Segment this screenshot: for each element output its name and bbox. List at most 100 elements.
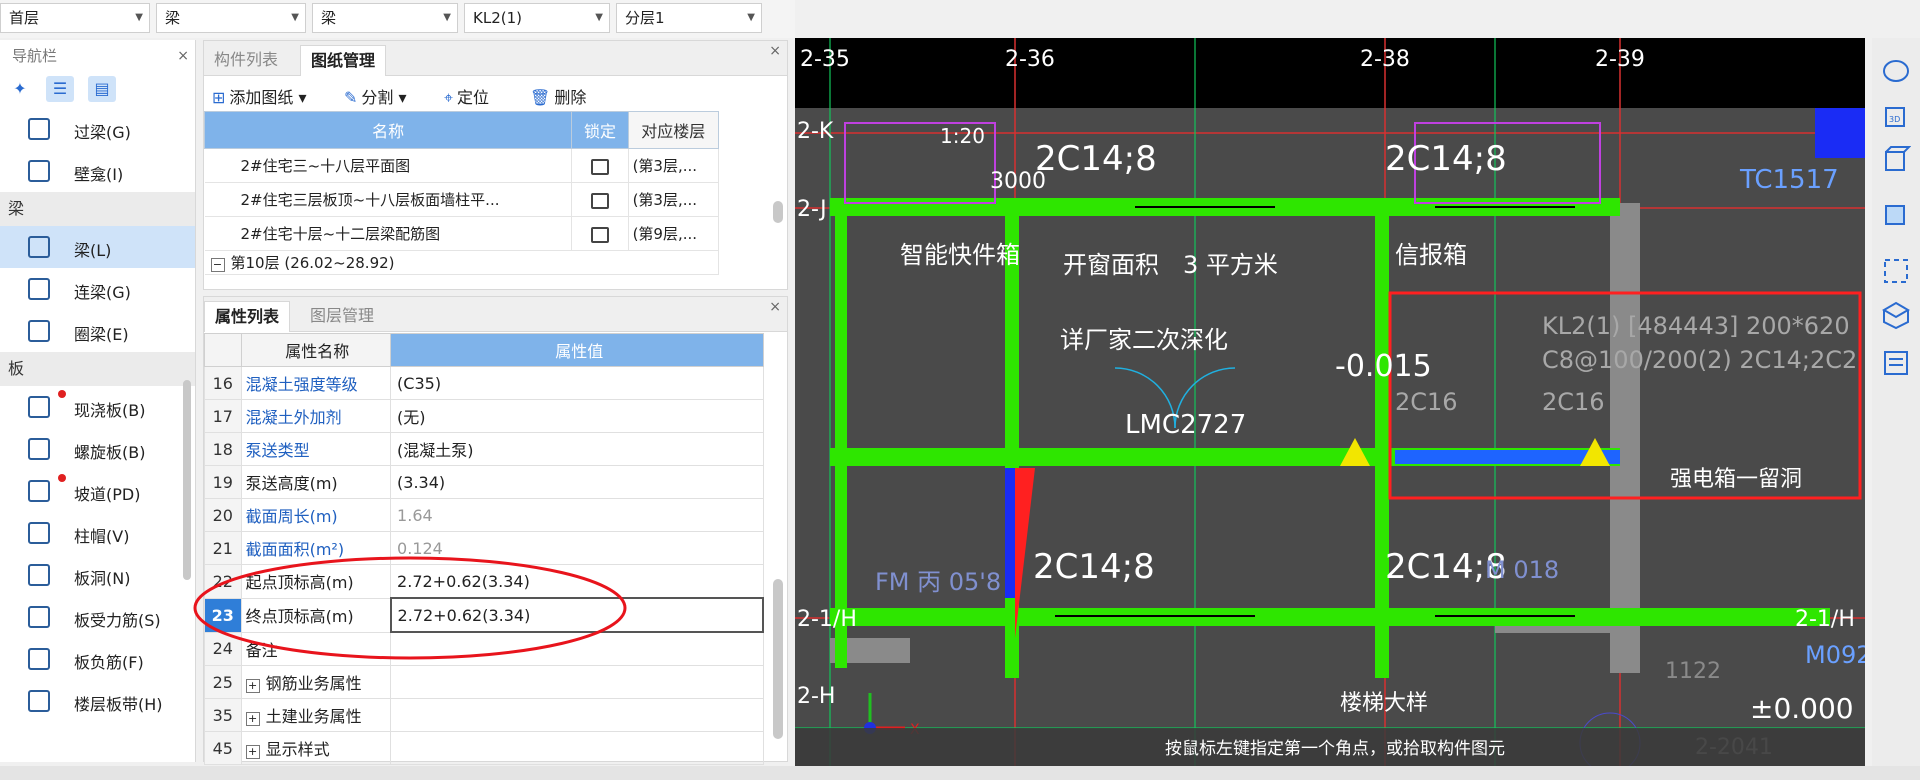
- properties-icon[interactable]: [1881, 348, 1911, 378]
- property-row[interactable]: 19 泵送高度(m) (3.34): [204, 465, 764, 499]
- property-value[interactable]: (C35): [390, 366, 764, 400]
- door-label: M 018: [1485, 556, 1559, 584]
- door-label: FM 丙 05'8: [875, 568, 1001, 596]
- sphere-icon[interactable]: [1881, 56, 1911, 86]
- cube-icon[interactable]: [1881, 144, 1911, 174]
- add-drawing-button[interactable]: ⊞ 添加图纸 ▾: [212, 84, 307, 108]
- nav-item[interactable]: 梁(L): [0, 226, 195, 268]
- property-row[interactable]: 18 泵送类型 (混凝土泵): [204, 432, 764, 466]
- nav-item[interactable]: 板负筋(F): [0, 638, 195, 680]
- tab-component-list[interactable]: 构件列表: [204, 45, 288, 75]
- select-box-icon[interactable]: [1881, 256, 1911, 286]
- lock-cell[interactable]: [571, 148, 629, 183]
- property-row[interactable]: 35 + 土建业务属性: [204, 698, 764, 732]
- nav-item[interactable]: 圈梁(E): [0, 310, 195, 352]
- property-row[interactable]: 25 + 钢筋业务属性: [204, 665, 764, 699]
- tab-layer-management[interactable]: 图层管理: [300, 301, 384, 331]
- table-row[interactable]: 2#住宅三~十八层平面图 (第3层,...: [204, 148, 720, 183]
- floor-dropdown[interactable]: 首层 ▼: [0, 3, 150, 33]
- locate-button[interactable]: ⌖ 定位: [444, 84, 489, 108]
- slab-strip-icon: [28, 690, 50, 712]
- category-value: 梁: [165, 9, 181, 27]
- nav-item[interactable]: 柱帽(V): [0, 512, 195, 554]
- nav-section-header: 板: [0, 352, 195, 386]
- drawing-floor: (第3层,...: [628, 182, 720, 217]
- col-lock[interactable]: 锁定: [571, 111, 629, 149]
- close-icon[interactable]: ×: [769, 299, 781, 315]
- row-index: 25: [204, 665, 242, 699]
- sublayer-dropdown[interactable]: 分层1 ▼: [616, 3, 762, 33]
- expand-icon[interactable]: +: [245, 745, 260, 759]
- drawing-scrollbar[interactable]: [773, 201, 783, 223]
- nav-item[interactable]: 板洞(N): [0, 554, 195, 596]
- property-name: 截面周长(m): [240, 498, 392, 532]
- nav-item[interactable]: 坡道(PD): [0, 470, 195, 512]
- tab-property-list[interactable]: 属性列表: [204, 301, 291, 332]
- nav-item[interactable]: 现浇板(B): [0, 386, 195, 428]
- lock-cell[interactable]: [571, 216, 629, 251]
- property-row[interactable]: 16 混凝土强度等级 (C35): [204, 366, 764, 400]
- beam-icon: [28, 236, 50, 258]
- property-name-text: 显示样式: [265, 740, 330, 759]
- view-box-icon[interactable]: [1881, 300, 1911, 330]
- property-scrollbar[interactable]: [773, 579, 783, 739]
- col-floor[interactable]: 对应楼层: [627, 111, 720, 149]
- list-view-icon[interactable]: ☰: [46, 76, 74, 102]
- close-icon[interactable]: ×: [769, 43, 781, 59]
- 3d-box-icon[interactable]: 3D: [1881, 100, 1911, 130]
- property-name: + 钢筋业务属性: [240, 665, 392, 699]
- type-dropdown[interactable]: 梁 ▼: [312, 3, 458, 33]
- property-tabs: 属性列表 图层管理 ×: [204, 297, 787, 332]
- nav-item-label: 螺旋板(B): [74, 443, 146, 462]
- close-icon[interactable]: ×: [177, 40, 189, 72]
- property-value[interactable]: (3.34): [390, 465, 764, 499]
- drawing-toolbar: ⊞ 添加图纸 ▾ ✎ 分割 ▾ ⌖ 定位 🗑 删除: [204, 76, 787, 112]
- negative-rebar-icon: [28, 648, 50, 670]
- property-row[interactable]: 45 + 显示样式: [204, 731, 764, 765]
- category-dropdown[interactable]: 梁 ▼: [156, 3, 306, 33]
- beam-info-line: C8@100/200(2) 2C14;2C2: [1542, 346, 1857, 374]
- nav-item[interactable]: 楼层板带(H): [0, 680, 195, 722]
- nav-item-label: 坡道(PD): [74, 485, 141, 504]
- table-row[interactable]: 2#住宅十层~十二层梁配筋图 (第9层,...: [204, 216, 720, 251]
- collapse-icon[interactable]: −: [210, 258, 225, 272]
- lock-icon: [590, 158, 609, 175]
- table-row[interactable]: 2#住宅三层板顶~十八层板面墙柱平... (第3层,...: [204, 182, 720, 217]
- nav-header: 导航栏 ×: [0, 40, 195, 72]
- sublayer-value: 分层1: [625, 9, 665, 27]
- expand-icon[interactable]: +: [245, 712, 260, 726]
- property-row[interactable]: 17 混凝土外加剂 (无): [204, 399, 764, 433]
- component-value: KL2(1): [473, 9, 522, 27]
- property-value[interactable]: [390, 731, 764, 765]
- room-label: 智能快件箱: [900, 241, 1020, 269]
- property-value[interactable]: (无): [390, 399, 764, 433]
- cube-selected-icon[interactable]: [1881, 198, 1911, 228]
- sparkle-icon[interactable]: ✦: [6, 76, 34, 102]
- property-value[interactable]: [390, 665, 764, 699]
- nav-item[interactable]: 壁龛(I): [0, 150, 195, 192]
- cad-drawing: 2-35 2-36 2-38 2-39 2-K 2-J 2-1/H 2-H 2-…: [795, 38, 1865, 767]
- lock-cell[interactable]: [571, 182, 629, 217]
- property-value[interactable]: (混凝土泵): [390, 432, 764, 466]
- lock-icon: [590, 226, 609, 243]
- tree-group-row[interactable]: − 第10层 (26.02~28.92): [204, 250, 719, 275]
- expand-icon[interactable]: +: [245, 679, 260, 693]
- nav-item[interactable]: 连梁(G): [0, 268, 195, 310]
- property-row[interactable]: 20 截面周长(m) 1.64: [204, 498, 764, 532]
- axis-label: 2-38: [1360, 47, 1410, 72]
- nav-item[interactable]: 螺旋板(B): [0, 428, 195, 470]
- property-value[interactable]: [390, 698, 764, 732]
- property-name-text: 泵送类型: [245, 441, 310, 460]
- tab-drawing-management[interactable]: 图纸管理: [300, 45, 387, 76]
- split-button[interactable]: ✎ 分割 ▾: [344, 84, 407, 108]
- detail-view-icon[interactable]: ▤: [88, 76, 116, 102]
- col-property-name: 属性名称: [240, 333, 392, 367]
- delete-button[interactable]: 🗑 删除: [530, 84, 586, 108]
- dimension-label: 1122: [1665, 659, 1721, 684]
- nav-item[interactable]: 板受力筋(S): [0, 596, 195, 638]
- nav-item[interactable]: 过梁(G): [0, 108, 195, 150]
- col-name[interactable]: 名称: [203, 111, 573, 149]
- component-dropdown[interactable]: KL2(1) ▼: [464, 3, 610, 33]
- cad-viewport[interactable]: 2-35 2-36 2-38 2-39 2-K 2-J 2-1/H 2-H 2-…: [795, 38, 1865, 767]
- property-value[interactable]: 1.64: [390, 498, 764, 532]
